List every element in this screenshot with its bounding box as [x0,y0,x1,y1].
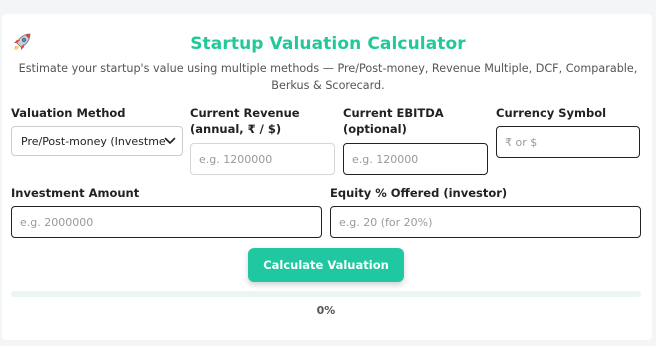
valuation-method-select[interactable]: Pre/Post-money (Investme [11,126,183,156]
investment-placeholder: e.g. 2000000 [20,215,94,229]
ebitda-label: Current EBITDA (optional) [343,105,444,137]
valuation-method-value: Pre/Post-money (Investme [21,134,166,148]
currency-input[interactable]: ₹ or $ [496,126,640,158]
page-title: Startup Valuation Calculator [190,34,466,54]
currency-label: Currency Symbol [496,106,607,120]
page-subtitle: Estimate your startup's value using mult… [18,62,638,92]
revenue-placeholder: e.g. 1200000 [199,152,273,166]
valuation-method-label: Valuation Method [11,106,126,120]
investment-input[interactable]: e.g. 2000000 [11,206,322,238]
ebitda-input[interactable]: e.g. 120000 [343,143,488,175]
progress-percent: 0% [316,304,336,317]
equity-label: Equity % Offered (investor) [330,186,508,200]
chevron-down-icon [164,137,176,144]
revenue-label-line2: (annual, ₹ / $) [190,122,282,136]
calculate-button[interactable]: Calculate Valuation [248,248,404,282]
revenue-label-line1: Current Revenue [190,106,300,120]
ebitda-placeholder: e.g. 120000 [352,152,419,166]
revenue-input[interactable]: e.g. 1200000 [190,143,335,175]
progress-track [11,291,641,297]
equity-input[interactable]: e.g. 20 (for 20%) [330,206,641,238]
ebitda-label-line2: (optional) [343,122,407,136]
investment-label: Investment Amount [11,186,140,200]
revenue-label: Current Revenue (annual, ₹ / $) [190,105,300,137]
ebitda-label-line1: Current EBITDA [343,106,444,120]
currency-placeholder: ₹ or $ [505,135,538,149]
equity-placeholder: e.g. 20 (for 20%) [339,215,433,229]
